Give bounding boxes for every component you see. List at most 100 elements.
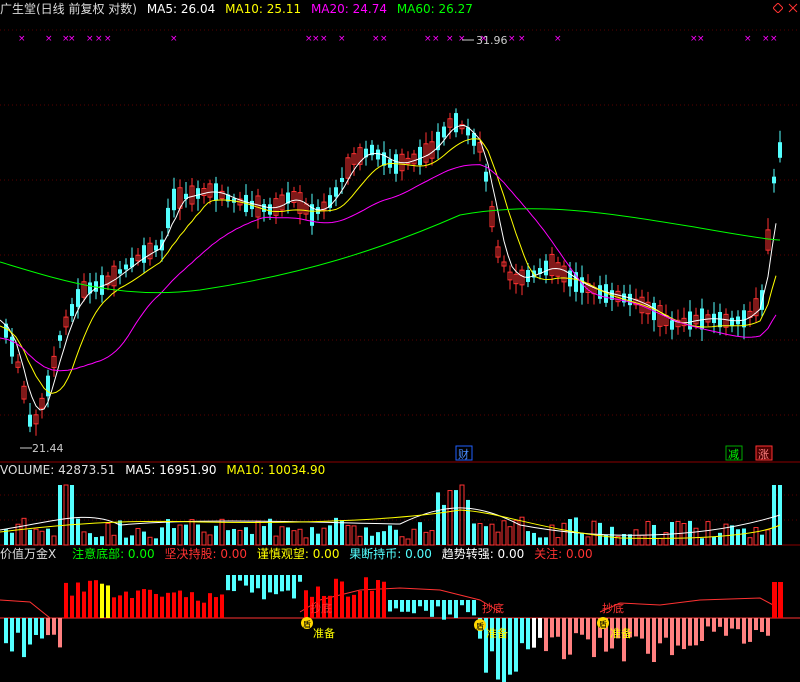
indicator-bar bbox=[514, 618, 518, 672]
flag-cai[interactable]: 财 bbox=[455, 445, 473, 461]
svg-text:盾: 盾 bbox=[599, 619, 607, 629]
volume-bar bbox=[76, 518, 80, 545]
indicator-bar bbox=[580, 618, 584, 635]
volume-bar bbox=[345, 524, 351, 546]
volume-bar bbox=[81, 531, 87, 546]
volume-bar bbox=[760, 534, 764, 545]
indicator-item-bottom: 注意底部: 0.00 bbox=[72, 547, 155, 561]
volume-bar bbox=[705, 521, 711, 546]
stock-chart-canvas[interactable]: × × ×× × × × × × × × × × × × × × × × × × × × × × × × 31.96 21.44 … bbox=[0, 0, 800, 682]
volume-bar bbox=[429, 530, 435, 546]
svg-text:涨: 涨 bbox=[758, 448, 769, 461]
volume-bar bbox=[100, 536, 104, 545]
indicator-bar bbox=[136, 590, 140, 618]
candle-body bbox=[418, 146, 422, 166]
volume-bar bbox=[130, 535, 134, 545]
indicator-bar bbox=[712, 618, 716, 632]
indicator-bar bbox=[130, 597, 134, 618]
volume-bar bbox=[585, 536, 591, 546]
volume-bar bbox=[484, 526, 488, 545]
volume-bar bbox=[321, 527, 327, 546]
volume-ma5-readout: MA5: 16951.90 bbox=[125, 463, 217, 477]
volume-bar bbox=[135, 527, 141, 546]
indicator-bar bbox=[22, 618, 26, 658]
indicator-bar bbox=[334, 578, 338, 618]
volume-bar bbox=[544, 537, 548, 545]
svg-text:减: 减 bbox=[728, 448, 739, 461]
flag-zhang[interactable]: 涨 bbox=[755, 445, 773, 461]
volume-bar bbox=[712, 536, 716, 545]
indicator-bar bbox=[76, 582, 80, 618]
candle-body bbox=[76, 289, 80, 307]
indicator-bar bbox=[154, 593, 158, 618]
volume-bar bbox=[340, 520, 344, 545]
indicator-bars bbox=[4, 575, 783, 682]
volume-bar bbox=[489, 523, 495, 546]
indicator-bar bbox=[94, 580, 98, 618]
indicator-bar bbox=[196, 600, 200, 618]
indicator-bar bbox=[220, 594, 224, 618]
signal-badge-3[interactable]: 抄底 盾 准备 bbox=[597, 601, 632, 640]
x-marker: × bbox=[338, 34, 346, 44]
indicator-bar bbox=[706, 618, 710, 627]
candle-body bbox=[196, 188, 200, 199]
indicator-bar bbox=[700, 618, 704, 641]
volume-bar bbox=[394, 529, 398, 545]
indicator-bar bbox=[592, 618, 596, 658]
indicator-bar bbox=[646, 618, 650, 654]
volume-bar bbox=[262, 526, 266, 545]
candle-body bbox=[268, 204, 272, 215]
volume-bar bbox=[633, 529, 639, 546]
indicator-bar bbox=[52, 618, 56, 635]
volume-bar bbox=[250, 533, 254, 545]
candle-body bbox=[58, 335, 62, 341]
volume-bar bbox=[423, 531, 429, 546]
indicator-bar bbox=[430, 600, 434, 617]
volume-bar bbox=[370, 535, 374, 545]
high-annotation: 31.96 bbox=[462, 34, 508, 47]
volume-bar bbox=[279, 526, 285, 546]
indicator-bar bbox=[778, 582, 783, 618]
indicator-bar bbox=[754, 618, 758, 631]
volume-bar bbox=[172, 528, 176, 545]
indicator-bar bbox=[550, 618, 554, 638]
volume-bar bbox=[513, 520, 519, 546]
indicator-bar bbox=[394, 600, 398, 609]
x-marker: × bbox=[86, 34, 94, 44]
candle-body bbox=[454, 113, 458, 133]
candlestick-series bbox=[4, 108, 782, 436]
indicator-bar bbox=[106, 585, 110, 618]
volume-bar bbox=[532, 532, 536, 545]
volume-bar bbox=[477, 523, 483, 546]
stock-title[interactable]: 广生堂(日线 前复权 对数) bbox=[0, 2, 137, 16]
indicator-bar bbox=[46, 618, 50, 636]
indicator-bar bbox=[208, 593, 212, 618]
volume-bar bbox=[154, 538, 158, 545]
high-price-label: 31.96 bbox=[476, 34, 508, 47]
indicator-bar bbox=[88, 580, 92, 618]
flag-jian[interactable]: 减 bbox=[725, 445, 743, 461]
diamond-icon[interactable] bbox=[772, 2, 784, 14]
indicator-bar bbox=[292, 575, 296, 599]
indicator-item-hold: 坚决持股: 0.00 bbox=[164, 547, 248, 561]
indicator-bar bbox=[454, 600, 458, 619]
svg-text:抄底: 抄底 bbox=[602, 601, 624, 615]
indicator-bar bbox=[556, 618, 560, 637]
indicator-bar bbox=[682, 618, 686, 650]
indicator-bar bbox=[370, 590, 374, 618]
ma20-readout: MA20: 24.74 bbox=[310, 2, 387, 16]
indicator-bar bbox=[118, 595, 122, 618]
volume-bar bbox=[501, 520, 507, 546]
indicator-title[interactable]: 价值万金X bbox=[0, 547, 56, 561]
volume-bar bbox=[244, 527, 248, 545]
indicator-bar bbox=[238, 575, 242, 581]
close-icon[interactable] bbox=[788, 2, 798, 13]
indicator-bar bbox=[448, 600, 452, 615]
indicator-bar bbox=[124, 591, 128, 618]
indicator-bar bbox=[4, 618, 8, 644]
indicator-bar bbox=[148, 589, 152, 618]
svg-text:准备: 准备 bbox=[313, 626, 335, 640]
x-marker: × bbox=[312, 34, 320, 44]
x-marker: × bbox=[18, 34, 26, 44]
candle-body bbox=[598, 285, 602, 299]
